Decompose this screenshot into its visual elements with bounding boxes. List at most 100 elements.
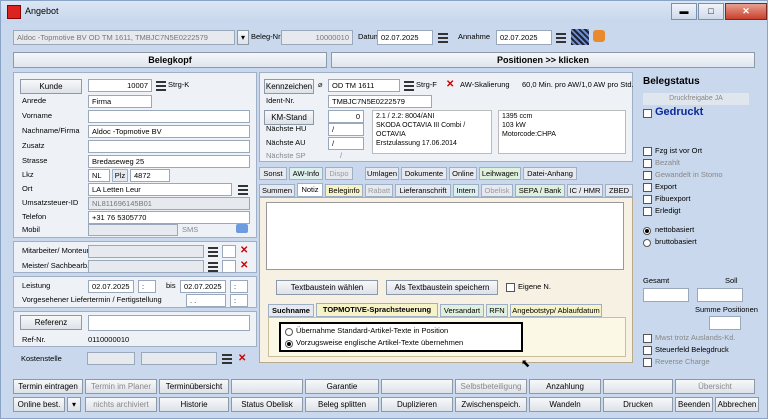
minimize-button[interactable]: ▬ bbox=[671, 3, 697, 20]
gedruckt-checkbox[interactable] bbox=[643, 109, 652, 118]
tab-obelisk[interactable]: Obelisk bbox=[481, 184, 513, 197]
mitarbeiter-field[interactable] bbox=[88, 245, 204, 258]
kunde-nr-field[interactable]: 10007 bbox=[88, 79, 152, 92]
tab-leihwagen[interactable]: Leihwagen bbox=[479, 167, 521, 180]
beleg-nr-field[interactable]: 10000010 bbox=[281, 30, 353, 45]
tab-zbed[interactable]: ZBED bbox=[605, 184, 633, 197]
uebersicht-button[interactable]: Übersicht bbox=[675, 379, 755, 394]
positionen-header[interactable]: Positionen >> klicken bbox=[331, 52, 755, 68]
leistung-to-time[interactable]: : bbox=[230, 280, 248, 293]
kostenstelle-clear-icon[interactable]: ✕ bbox=[238, 354, 246, 364]
au-field[interactable]: / bbox=[328, 137, 364, 150]
kostenstelle-list-icon[interactable] bbox=[222, 354, 232, 364]
fibuexport-checkbox[interactable] bbox=[643, 195, 652, 204]
tab-angebotstyp[interactable]: Angebotstyp/ Ablaufdatum bbox=[510, 304, 602, 317]
km-field[interactable]: 0 bbox=[328, 110, 364, 123]
tab-dokumente[interactable]: Dokumente bbox=[401, 167, 447, 180]
terminuebersicht-button[interactable]: Terminübersicht bbox=[159, 379, 229, 394]
tab-aw-info[interactable]: AW-Info bbox=[289, 167, 323, 180]
kennzeichen-field[interactable]: OD TM 1611 bbox=[328, 79, 400, 92]
mitarbeiter-list-icon[interactable] bbox=[208, 247, 218, 257]
kostenstelle-field-2[interactable] bbox=[141, 352, 217, 365]
zusatz-field[interactable] bbox=[88, 140, 250, 153]
kunde-button[interactable]: Kunde bbox=[20, 79, 82, 94]
meister-field[interactable] bbox=[88, 260, 204, 273]
plz-field[interactable]: 4872 bbox=[130, 169, 170, 182]
tab-rabatt[interactable]: Rabatt bbox=[365, 184, 393, 197]
abbrechen-button[interactable]: Abbrechen bbox=[715, 397, 759, 412]
reverse-charge-checkbox[interactable] bbox=[643, 358, 652, 367]
tab-sepa-bank[interactable]: SEPA / Bank bbox=[515, 184, 565, 197]
termin-planer-button[interactable]: Termin im Planer bbox=[85, 379, 157, 394]
tab-lieferanschrift[interactable]: Lieferanschrift bbox=[395, 184, 451, 197]
fzg-checkbox[interactable] bbox=[643, 147, 652, 156]
kennzeichen-clear-icon[interactable]: ✕ bbox=[446, 80, 454, 90]
clip-icon[interactable]: ⌀ bbox=[318, 79, 323, 91]
online-best-button[interactable]: Online best. bbox=[13, 397, 65, 412]
beleg-splitten-button[interactable]: Beleg splitten bbox=[305, 397, 379, 412]
textbaustein-speichern-button[interactable]: Als Textbaustein speichern bbox=[386, 280, 498, 295]
wandeln-button[interactable]: Wandeln bbox=[529, 397, 601, 412]
anrede-field[interactable]: Firma bbox=[88, 95, 152, 108]
mitarbeiter-code[interactable] bbox=[222, 245, 236, 258]
datum-calendar-icon[interactable] bbox=[438, 33, 448, 43]
gewandelt-checkbox[interactable] bbox=[643, 171, 652, 180]
vorname-field[interactable] bbox=[88, 110, 250, 123]
meister-clear-icon[interactable]: ✕ bbox=[240, 261, 248, 271]
option-standard-radio[interactable] bbox=[285, 328, 293, 336]
option-standard-label[interactable]: Übernahme Standard-Artikel-Texte in Posi… bbox=[296, 325, 448, 337]
garantie-button[interactable]: Garantie bbox=[305, 379, 379, 394]
ort-field[interactable]: LA Letten Leur bbox=[88, 183, 232, 196]
phone-icon[interactable] bbox=[236, 224, 248, 233]
lkz-field[interactable]: NL bbox=[88, 169, 110, 182]
belegkopf-header[interactable]: Belegkopf bbox=[13, 52, 327, 68]
datum-field[interactable]: 02.07.2025 bbox=[377, 30, 433, 45]
eigene-checkbox[interactable] bbox=[506, 283, 515, 292]
mwst-checkbox[interactable] bbox=[643, 334, 652, 343]
blank-button-2[interactable] bbox=[381, 379, 453, 394]
notiz-textarea[interactable] bbox=[266, 202, 624, 270]
annahme-calendar-icon[interactable] bbox=[556, 33, 566, 43]
close-button[interactable]: ✕ bbox=[725, 3, 767, 20]
mitarbeiter-clear-icon[interactable]: ✕ bbox=[240, 246, 248, 256]
tab-sprachsteuerung[interactable]: TOPMOTIVE-Sprachsteuerung bbox=[316, 303, 438, 317]
sms-label[interactable]: SMS bbox=[182, 224, 198, 236]
ort-list-icon[interactable] bbox=[238, 185, 248, 195]
option-englisch-label[interactable]: Vorzugsweise englische Artikel-Texte übe… bbox=[296, 337, 463, 349]
tab-rfn[interactable]: RFN bbox=[486, 304, 508, 317]
leistung-from-time[interactable]: : bbox=[138, 280, 156, 293]
termin-eintragen-button[interactable]: Termin eintragen bbox=[13, 379, 83, 394]
tab-intern[interactable]: Intern bbox=[453, 184, 479, 197]
option-englisch-radio[interactable] bbox=[285, 340, 293, 348]
erledigt-checkbox[interactable] bbox=[643, 207, 652, 216]
tab-beleginfo[interactable]: Beleginfo bbox=[325, 184, 363, 197]
referenz-field[interactable] bbox=[88, 315, 250, 331]
kunde-list-icon[interactable] bbox=[156, 81, 166, 91]
summary-dropdown[interactable]: ▾ bbox=[237, 30, 249, 45]
tab-ic-hmr[interactable]: IC / HMR bbox=[567, 184, 603, 197]
termin-field[interactable]: . . bbox=[186, 294, 226, 307]
selbstbeteiligung-button[interactable]: Selbstbeteiligung bbox=[455, 379, 527, 394]
status-obelisk-button[interactable]: Status Obelisk bbox=[231, 397, 303, 412]
tab-umlagen[interactable]: Umlagen bbox=[365, 167, 399, 180]
tab-dispo[interactable]: Dispo bbox=[325, 167, 353, 180]
textbaustein-waehlen-button[interactable]: Textbaustein wählen bbox=[276, 280, 378, 295]
leistung-from-field[interactable]: 02.07.2025 bbox=[88, 280, 134, 293]
online-best-dropdown[interactable]: ▾ bbox=[67, 397, 81, 412]
hu-field[interactable]: / bbox=[328, 123, 364, 136]
nichts-archiviert-button[interactable]: nichts archiviert bbox=[85, 397, 157, 412]
ident-field[interactable]: TMBJC7N5E0222579 bbox=[328, 95, 432, 108]
telefon-field[interactable]: +31 76 5305770 bbox=[88, 211, 250, 224]
bezahlt-checkbox[interactable] bbox=[643, 159, 652, 168]
tab-online[interactable]: Online bbox=[449, 167, 477, 180]
blank-button-1[interactable] bbox=[231, 379, 303, 394]
termin-time[interactable]: : bbox=[230, 294, 248, 307]
tab-sonst[interactable]: Sonst bbox=[259, 167, 287, 180]
steuerfeld-checkbox[interactable] bbox=[643, 346, 652, 355]
mobil-field[interactable] bbox=[88, 224, 178, 236]
beenden-button[interactable]: Beenden bbox=[675, 397, 713, 412]
ust-field[interactable]: NL811696145B01 bbox=[88, 197, 250, 210]
zwischenspeichern-button[interactable]: Zwischenspeich. bbox=[455, 397, 527, 412]
annahme-field[interactable]: 02.07.2025 bbox=[496, 30, 552, 45]
tab-datei-anhang[interactable]: Datei-Anhang bbox=[523, 167, 577, 180]
